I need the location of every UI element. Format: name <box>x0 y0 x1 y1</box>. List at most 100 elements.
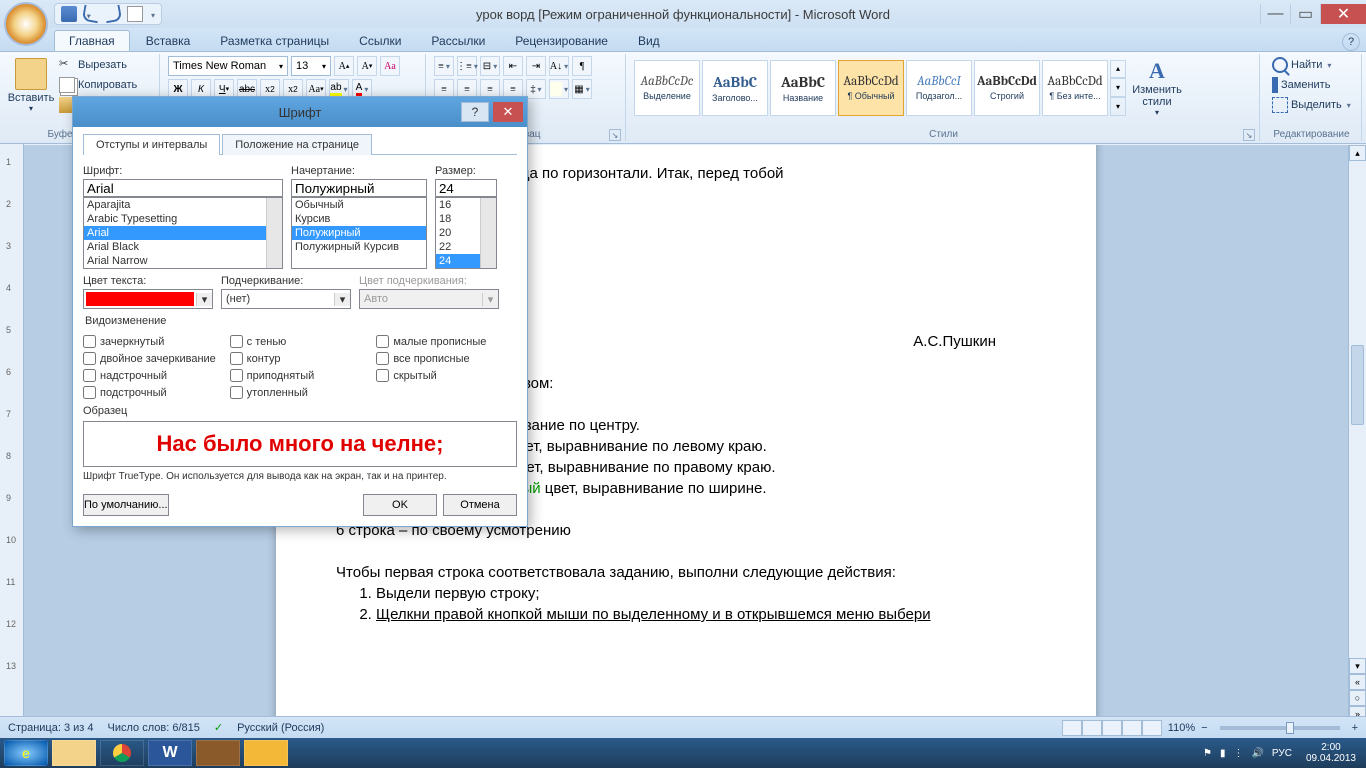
check-emboss[interactable]: приподнятый <box>230 369 371 382</box>
office-button[interactable] <box>4 2 48 46</box>
zoom-out-button[interactable]: − <box>1201 722 1207 734</box>
cancel-button[interactable]: Отмена <box>443 494 517 516</box>
check-outline[interactable]: контур <box>230 352 371 365</box>
word-taskbar-icon[interactable]: W <box>148 740 192 766</box>
zoom-in-button[interactable]: + <box>1352 722 1358 734</box>
ie-taskbar-icon[interactable]: e <box>4 740 48 766</box>
tab-home[interactable]: Главная <box>54 30 130 51</box>
word-count[interactable]: Число слов: 6/815 <box>108 722 200 734</box>
prev-page-icon[interactable]: « <box>1349 674 1366 690</box>
indent-inc-button[interactable]: ⇥ <box>526 56 546 76</box>
app-taskbar-icon[interactable] <box>244 740 288 766</box>
shrink-font-button[interactable]: A▾ <box>357 56 377 76</box>
dialog-tab-advanced[interactable]: Положение на странице <box>222 134 372 155</box>
check-allcaps[interactable]: все прописные <box>376 352 517 365</box>
tray-network-icon[interactable]: ▮ <box>1220 748 1226 759</box>
ok-button[interactable]: OK <box>363 494 437 516</box>
explorer-taskbar-icon[interactable] <box>52 740 96 766</box>
show-marks-button[interactable]: ¶ <box>572 56 592 76</box>
tab-mailings[interactable]: Рассылки <box>417 31 499 51</box>
tab-insert[interactable]: Вставка <box>132 31 205 51</box>
style-list[interactable]: Обычный Курсив Полужирный Полужирный Кур… <box>291 197 427 269</box>
page-status[interactable]: Страница: 3 из 4 <box>8 722 94 734</box>
check-double-strike[interactable]: двойное зачеркивание <box>83 352 224 365</box>
select-button[interactable]: Выделить <box>1268 96 1355 114</box>
winrar-taskbar-icon[interactable] <box>196 740 240 766</box>
cut-button[interactable]: ✂Вырезать <box>55 56 141 74</box>
check-superscript[interactable]: надстрочный <box>83 369 224 382</box>
style-item[interactable]: AaBbCНазвание <box>770 60 836 116</box>
new-doc-icon[interactable] <box>127 6 143 22</box>
style-item[interactable]: AaBbCcDdСтрогий <box>974 60 1040 116</box>
font-color-combo[interactable]: ▾ <box>83 289 213 309</box>
close-button[interactable]: ✕ <box>1320 4 1366 24</box>
scroll-thumb[interactable] <box>1351 345 1364 425</box>
tray-clock[interactable]: 2:00 09.04.2013 <box>1300 742 1362 764</box>
save-icon[interactable] <box>61 6 77 22</box>
draft-view-button[interactable] <box>1142 720 1162 736</box>
full-screen-view-button[interactable] <box>1082 720 1102 736</box>
check-subscript[interactable]: подстрочный <box>83 386 224 399</box>
tray-language[interactable]: РУС <box>1272 748 1292 759</box>
dialog-help-button[interactable]: ? <box>461 102 489 122</box>
vertical-scrollbar[interactable]: ▴ ▾ « ○ » <box>1348 145 1366 722</box>
check-engrave[interactable]: утопленный <box>230 386 371 399</box>
maximize-button[interactable]: ▭ <box>1290 4 1320 24</box>
find-button[interactable]: Найти <box>1268 56 1355 74</box>
chrome-taskbar-icon[interactable] <box>100 740 144 766</box>
style-item[interactable]: AaBbCcDcВыделение <box>634 60 700 116</box>
help-icon[interactable]: ? <box>1342 33 1360 51</box>
size-list[interactable]: 16 18 20 22 24 <box>435 197 497 269</box>
style-item[interactable]: AaBbCcDd¶ Обычный <box>838 60 904 116</box>
check-strikethrough[interactable]: зачеркнутый <box>83 335 224 348</box>
change-styles-button[interactable]: A Изменить стили▾ <box>1129 56 1185 119</box>
replace-button[interactable]: Заменить <box>1268 76 1355 94</box>
font-list-scrollbar[interactable] <box>266 198 282 268</box>
scroll-up-icon[interactable]: ▴ <box>1349 145 1366 161</box>
shading-button[interactable] <box>549 79 569 99</box>
font-style-input[interactable] <box>291 179 427 197</box>
browse-object-icon[interactable]: ○ <box>1349 690 1366 706</box>
copy-button[interactable]: Копировать <box>55 76 141 94</box>
style-item[interactable]: AaBbCcDd¶ Без инте... <box>1042 60 1108 116</box>
indent-dec-button[interactable]: ⇤ <box>503 56 523 76</box>
zoom-level[interactable]: 110% <box>1168 722 1195 734</box>
dialog-titlebar[interactable]: Шрифт ? ✕ <box>73 97 527 127</box>
web-layout-view-button[interactable] <box>1102 720 1122 736</box>
font-list[interactable]: Aparajita Arabic Typesetting Arial Arial… <box>83 197 283 269</box>
line-spacing-button[interactable]: ‡ <box>526 79 546 99</box>
grow-font-button[interactable]: A▴ <box>334 56 354 76</box>
underline-combo[interactable]: (нет) ▾ <box>221 289 351 309</box>
tab-view[interactable]: Вид <box>624 31 674 51</box>
font-size-combo[interactable]: 13▾ <box>291 56 331 76</box>
paragraph-launcher-icon[interactable]: ↘ <box>609 129 621 141</box>
outline-view-button[interactable] <box>1122 720 1142 736</box>
bullets-button[interactable]: ≡ <box>434 56 454 76</box>
borders-button[interactable]: ▦ <box>572 79 592 99</box>
font-name-input[interactable] <box>83 179 283 197</box>
print-layout-view-button[interactable] <box>1062 720 1082 736</box>
default-button[interactable]: По умолчанию... <box>83 494 169 516</box>
check-hidden[interactable]: скрытый <box>376 369 517 382</box>
tray-volume-icon[interactable]: 🔊 <box>1251 748 1263 759</box>
minimize-button[interactable]: — <box>1260 4 1290 24</box>
sort-button[interactable]: A↓ <box>549 56 569 76</box>
clear-format-button[interactable]: Aa <box>380 56 400 76</box>
tray-flag-icon[interactable]: ⚑ <box>1203 748 1212 759</box>
zoom-slider[interactable] <box>1220 726 1340 730</box>
dialog-close-button[interactable]: ✕ <box>493 102 523 122</box>
qat-more-icon[interactable] <box>149 5 155 23</box>
tab-review[interactable]: Рецензирование <box>501 31 622 51</box>
check-smallcaps[interactable]: малые прописные <box>376 335 517 348</box>
multilevel-button[interactable]: ⊟ <box>480 56 500 76</box>
undo-icon[interactable] <box>82 5 101 24</box>
tray-wifi-icon[interactable]: ⋮ <box>1233 748 1243 759</box>
tab-layout[interactable]: Разметка страницы <box>206 31 343 51</box>
language-status[interactable]: Русский (Россия) <box>237 722 324 734</box>
check-shadow[interactable]: с тенью <box>230 335 371 348</box>
styles-launcher-icon[interactable]: ↘ <box>1243 129 1255 141</box>
tab-references[interactable]: Ссылки <box>345 31 415 51</box>
gallery-scroll[interactable]: ▴▾▾ <box>1110 60 1126 116</box>
scroll-down-icon[interactable]: ▾ <box>1349 658 1366 674</box>
dialog-tab-font[interactable]: Отступы и интервалы <box>83 134 220 155</box>
